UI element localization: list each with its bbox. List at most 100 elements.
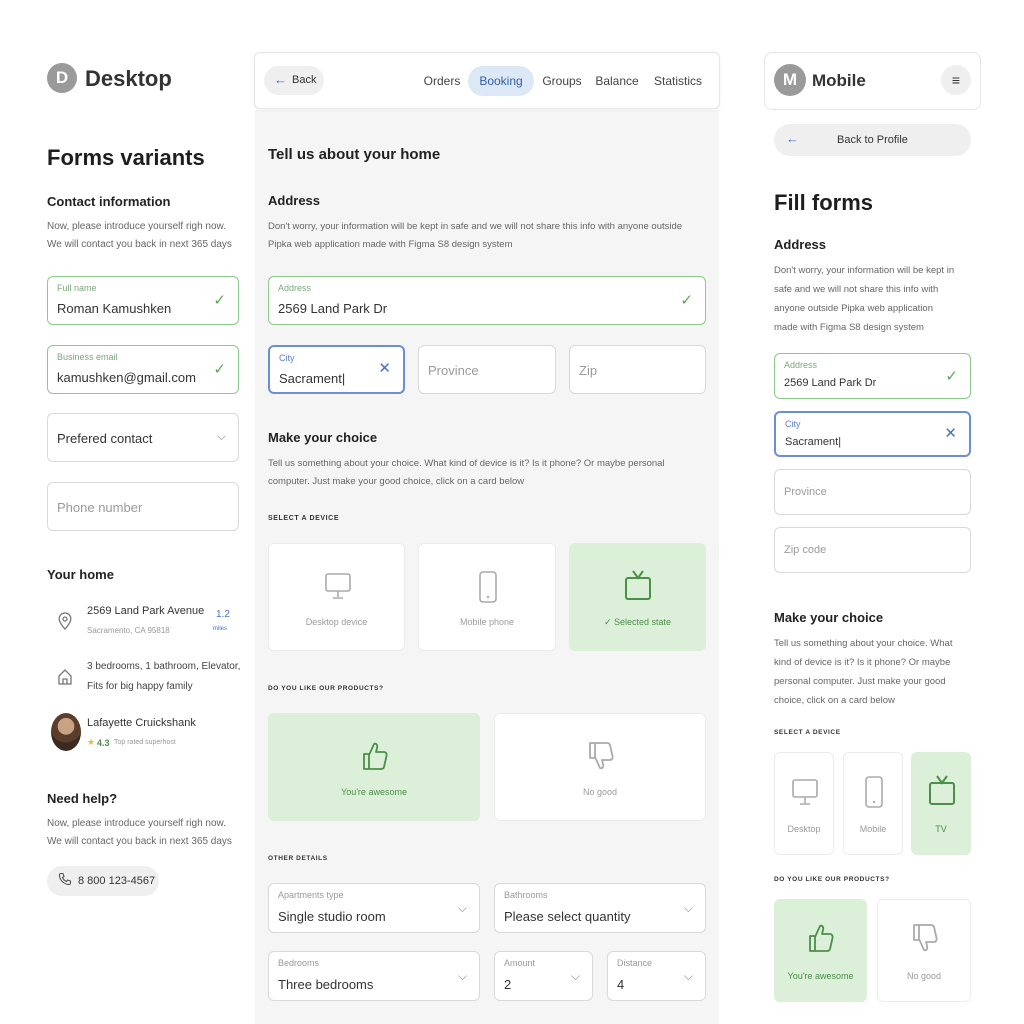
fullname-field[interactable]: Full name Roman Kamushken ✓ [47, 276, 239, 325]
preferred-contact-select[interactable]: Prefered contact ⌵ [47, 413, 239, 462]
email-field[interactable]: Business email kamushken@gmail.com ✓ [47, 345, 239, 394]
mobile-device-card-tv[interactable]: TV [911, 752, 971, 855]
bathrooms-value: Please select quantity [504, 909, 631, 924]
device-card-mobile-label: Mobile phone [459, 617, 515, 627]
address-value: 2569 Land Park Dr [278, 301, 388, 316]
tv-icon [927, 773, 957, 807]
device-card-tv[interactable]: ✓ Selected state [569, 543, 706, 651]
city-value: Sacrament| [279, 371, 346, 386]
home-address-line2: Sacramento, CA 95818 [87, 626, 170, 635]
mobile-choice-desc-1: Tell us something about your choice. Wha… [774, 638, 953, 649]
bathrooms-select[interactable]: Bathrooms Please select quantity ⌵ [494, 883, 706, 933]
back-label: Back [292, 74, 317, 86]
apartments-type-select[interactable]: Apartments type Single studio room ⌵ [268, 883, 480, 933]
tab-groups[interactable]: Groups [538, 66, 586, 96]
mobile-products-label: DO YOU LIKE OUR PRODUCTS? [774, 876, 890, 883]
phone-button[interactable]: 8 800 123-4567 [47, 866, 159, 896]
mobile-device-card-mobile[interactable]: Mobile [843, 752, 903, 855]
host-name: Lafayette Cruickshank [87, 717, 196, 729]
distance-select[interactable]: Distance 4 ⌵ [607, 951, 706, 1001]
back-button[interactable]: ← Back [264, 66, 324, 95]
help-desc-2: We will contact you back in next 365 day… [47, 836, 232, 847]
help-desc-1: Now, please introduce yourself righ now. [47, 818, 226, 829]
rooms-line1: 3 bedrooms, 1 bathroom, Elevator, [87, 661, 241, 672]
mobile-address-desc-2: safe and we will not share this info wit… [774, 284, 939, 295]
mobile-address-heading: Address [774, 237, 827, 252]
mobile-address-desc-3: anyone outside Pipka web application [774, 303, 933, 314]
mobile-zip-placeholder: Zip code [784, 544, 827, 556]
mobile-device-card-tv-label: TV [935, 824, 947, 834]
mobile-province-field[interactable]: Province [774, 469, 971, 515]
mobile-address-desc-1: Don't worry, your information will be ke… [774, 265, 955, 276]
tab-booking[interactable]: Booking [468, 66, 534, 96]
mobile-choice-desc-2: kind of device is it? Is it phone? Or ma… [774, 657, 951, 668]
host-status: Top rated superhost [114, 739, 176, 746]
device-card-mobile[interactable]: Mobile phone [418, 543, 556, 651]
amount-select[interactable]: Amount 2 ⌵ [494, 951, 593, 1001]
address-label: Address [278, 283, 312, 293]
like-card-awesome[interactable]: You're awesome [268, 713, 480, 821]
bedrooms-label: Bedrooms [278, 958, 320, 968]
tv-icon [623, 568, 653, 602]
bathrooms-label: Bathrooms [504, 890, 548, 900]
monitor-icon [791, 778, 819, 808]
province-field[interactable]: Province [418, 345, 556, 394]
mobile-logo-title: Mobile [812, 71, 866, 90]
like-card-no-good[interactable]: No good [494, 713, 706, 821]
phone-device-icon [863, 775, 885, 809]
mobile-choice-heading: Make your choice [774, 610, 884, 625]
check-icon: ✓ [680, 292, 693, 309]
close-icon[interactable]: ✕ [378, 359, 391, 377]
thumbs-up-icon [807, 922, 835, 954]
arrow-left-icon: ← [274, 72, 287, 87]
city-field[interactable]: City Sacrament| ✕ [268, 345, 405, 394]
email-label: Business email [57, 352, 118, 362]
mobile-address-desc-4: made with Figma S8 design system [774, 322, 924, 333]
phone-number: 8 800 123-4567 [78, 875, 156, 887]
mobile-like-card-awesome[interactable]: You're awesome [774, 899, 867, 1002]
mobile-choice-desc-4: choice, click on a card below [774, 695, 895, 706]
mobile-like-card-no-good[interactable]: No good [877, 899, 971, 1002]
back-to-profile-label: Back to Profile [837, 134, 908, 146]
mobile-device-card-desktop[interactable]: Desktop [774, 752, 834, 855]
device-card-desktop-label: Desktop device [305, 617, 368, 627]
page-title: Forms variants [47, 145, 205, 170]
mobile-device-card-mobile-label: Mobile [859, 824, 887, 834]
desktop-logo: D [47, 63, 77, 93]
like-card-no-good-label: No good [582, 787, 618, 797]
distance-select-value: 4 [617, 977, 625, 992]
bedrooms-select[interactable]: Bedrooms Three bedrooms ⌵ [268, 951, 480, 1001]
chevron-down-icon: ⌵ [216, 429, 226, 443]
choice-desc-2: computer. Just make your good choice, cl… [268, 476, 525, 487]
tab-orders[interactable]: Orders [418, 66, 466, 96]
desktop-logo-title: Desktop [85, 66, 172, 91]
contact-desc-1: Now, please introduce yourself righ now. [47, 221, 226, 232]
hamburger-icon: ≡ [951, 72, 961, 88]
tab-statistics[interactable]: Statistics [650, 66, 706, 96]
tab-balance[interactable]: Balance [591, 66, 643, 96]
rooms-line2: Fits for big happy family [87, 681, 193, 692]
thumbs-up-icon [361, 740, 389, 772]
apartments-type-label: Apartments type [278, 890, 344, 900]
close-icon[interactable]: ✕ [944, 424, 957, 442]
mobile-city-field[interactable]: City Sacrament| ✕ [774, 411, 971, 457]
mobile-address-field[interactable]: Address 2569 Land Park Dr ✓ [774, 353, 971, 399]
zip-field[interactable]: Zip [569, 345, 706, 394]
mobile-city-label: City [785, 419, 801, 429]
mobile-select-device-label: SELECT A DEVICE [774, 729, 841, 736]
device-card-desktop[interactable]: Desktop device [268, 543, 405, 651]
chevron-down-icon: ⌵ [683, 969, 693, 983]
star-icon: ★ [87, 737, 96, 747]
check-icon: ✓ [213, 292, 226, 309]
home-address-line1: 2569 Land Park Avenue [87, 605, 205, 617]
help-heading: Need help? [47, 791, 118, 806]
phone-field[interactable]: Phone number [47, 482, 239, 531]
menu-button[interactable]: ≡ [941, 65, 971, 95]
mobile-zip-field[interactable]: Zip code [774, 527, 971, 573]
address-field[interactable]: Address 2569 Land Park Dr ✓ [268, 276, 706, 325]
mobile-choice-desc-3: personal computer. Just make your good [774, 676, 946, 687]
chevron-down-icon: ⌵ [457, 901, 467, 915]
select-device-label: SELECT A DEVICE [268, 515, 340, 522]
back-to-profile-button[interactable]: ← Back to Profile [774, 124, 971, 156]
address-desc-1: Don't worry, your information will be ke… [268, 221, 683, 232]
